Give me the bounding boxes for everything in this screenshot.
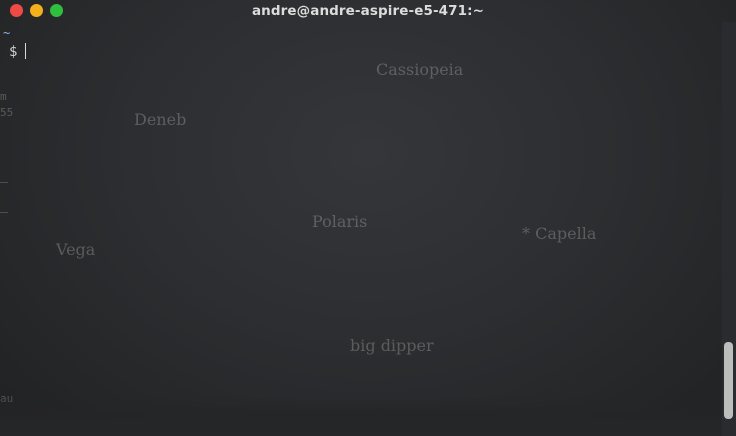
window-title: andre@andre-aspire-e5-471:~	[251, 3, 485, 19]
terminal-window: Cassiopeia Deneb Polaris * Capella Vega …	[0, 0, 736, 436]
text-cursor	[25, 43, 27, 59]
prompt-line[interactable]: $	[9, 43, 27, 60]
prompt-symbol: $	[9, 44, 18, 60]
scrollbar-thumb[interactable]	[724, 342, 733, 419]
title-bar[interactable]: andre@andre-aspire-e5-471:~	[0, 0, 736, 22]
current-directory: ~	[3, 26, 11, 40]
terminal-area[interactable]: ~ $	[0, 24, 722, 436]
scrollbar[interactable]	[722, 22, 736, 436]
